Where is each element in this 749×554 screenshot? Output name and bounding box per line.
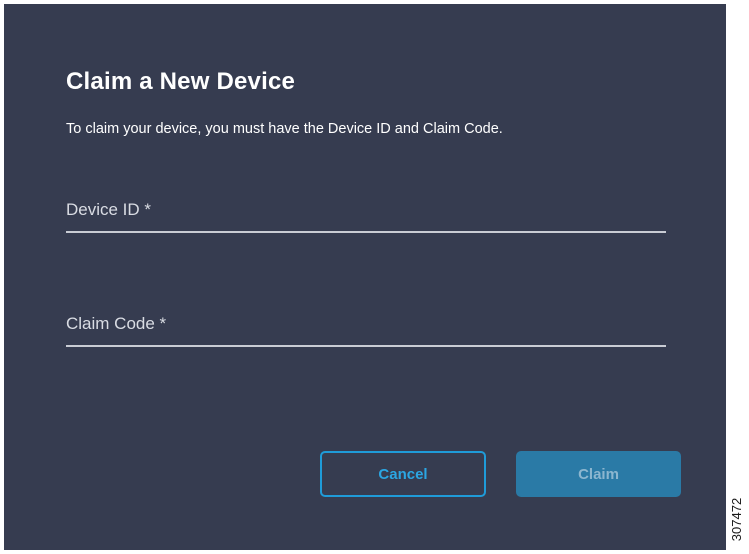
device-id-input[interactable] bbox=[66, 189, 666, 231]
claim-code-input[interactable] bbox=[66, 303, 666, 345]
claim-code-field bbox=[66, 303, 666, 347]
claim-device-dialog: Claim a New Device To claim your device,… bbox=[4, 4, 726, 550]
device-id-field bbox=[66, 189, 666, 233]
figure-id-text: 307472 bbox=[729, 497, 745, 541]
dialog-subtitle: To claim your device, you must have the … bbox=[66, 121, 503, 137]
screenshot-frame: Claim a New Device To claim your device,… bbox=[0, 0, 749, 554]
claim-button[interactable]: Claim bbox=[516, 451, 681, 497]
cancel-button[interactable]: Cancel bbox=[320, 451, 486, 497]
dialog-title: Claim a New Device bbox=[66, 68, 296, 95]
figure-id-label: 307472 bbox=[727, 488, 747, 550]
